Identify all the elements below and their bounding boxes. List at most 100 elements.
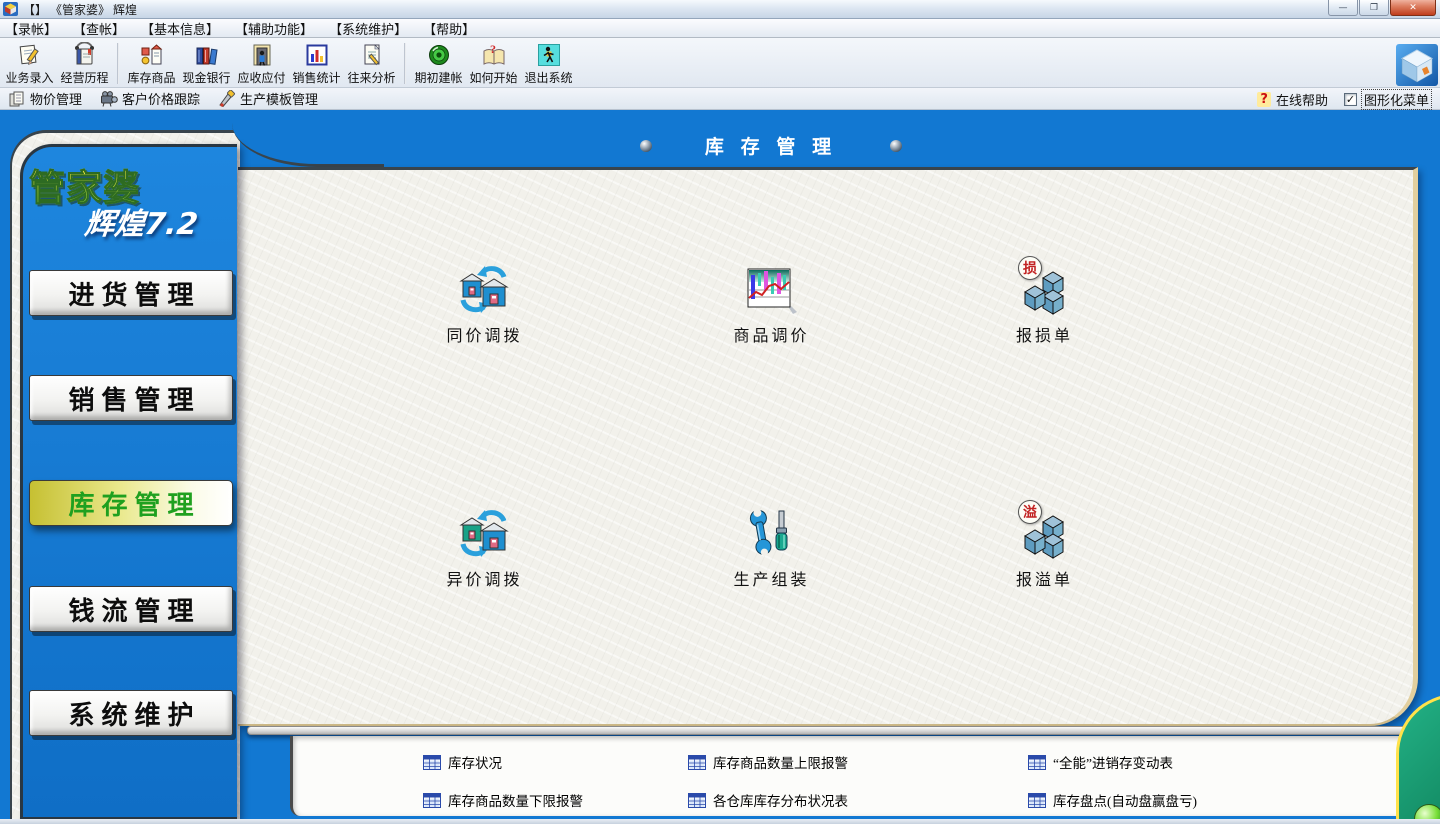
sidebar-item-purchase[interactable]: 进货管理	[29, 270, 233, 316]
feature-loss-report[interactable]: 损 报损单	[968, 262, 1118, 348]
initial-setup-icon	[426, 42, 452, 68]
toolbar-label: 库存商品	[127, 69, 175, 86]
overflow-badge: 溢	[1018, 500, 1042, 524]
feature-label: 生产组装	[730, 566, 809, 590]
report-allround-change-table[interactable]: “全能”进销存变动表	[1028, 752, 1173, 772]
graphic-menu-label[interactable]: 图形化菜单	[1361, 89, 1432, 110]
receivable-payable-icon	[249, 42, 275, 68]
sidebar-item-inventory[interactable]: 库存管理	[29, 480, 233, 526]
toolbar-separator	[404, 43, 406, 84]
content-panel: 同价调拨	[238, 167, 1418, 726]
toolbar-label: 经营历程	[60, 69, 108, 86]
title-bar: 【】 《管家婆》 辉煌 — ❐ ✕	[0, 0, 1440, 19]
brand-cube-logo	[1396, 44, 1438, 86]
minimize-button[interactable]: —	[1328, 0, 1358, 16]
table-icon	[423, 793, 441, 808]
toolbar-label: 期初建帐	[414, 69, 462, 86]
feature-production-assembly[interactable]: 生产组装	[695, 506, 845, 592]
same-price-transfer-icon	[456, 262, 510, 316]
menu-record[interactable]: 【录帐】	[5, 19, 57, 38]
cash-bank-icon	[194, 42, 220, 68]
loss-badge: 损	[1018, 256, 1042, 280]
toolbar-initial-setup[interactable]: 期初建帐	[411, 40, 466, 87]
how-to-start-icon: ?	[481, 42, 507, 68]
window-title: 【】 《管家婆》 辉煌	[23, 1, 137, 18]
toolbar-contacts-analysis[interactable]: 往来分析	[344, 40, 399, 87]
contacts-analysis-icon	[359, 42, 385, 68]
business-history-icon	[72, 42, 98, 68]
table-icon	[423, 755, 441, 770]
report-lower-limit-alert[interactable]: 库存商品数量下限报警	[423, 790, 583, 810]
toolbar-inventory-goods[interactable]: 库存商品	[124, 40, 179, 87]
divider-bar	[247, 726, 1440, 735]
sphere-icon	[640, 140, 652, 152]
svg-text:?: ?	[490, 42, 496, 56]
menu-bar: 【录帐】 【查帐】 【基本信息】 【辅助功能】 【系统维护】 【帮助】	[0, 19, 1440, 38]
toolbar-label: 应收应付	[237, 69, 285, 86]
sidebar-item-system[interactable]: 系统维护	[29, 690, 233, 736]
window-frame-bottom	[0, 819, 1440, 824]
diff-price-transfer-icon	[456, 506, 510, 560]
price-management-button[interactable]: 物价管理	[8, 89, 82, 108]
table-icon	[1028, 793, 1046, 808]
production-template-label: 生产模板管理	[240, 89, 318, 108]
loss-report-icon: 损	[1016, 262, 1070, 316]
sidebar: 管家婆 辉煌7.2 进货管理 销售管理 库存管理 钱流管理 系统维护	[20, 144, 237, 820]
production-assembly-icon	[743, 506, 797, 560]
restore-button[interactable]: ❐	[1359, 0, 1389, 16]
toolbar-exit-system[interactable]: 退出系统	[521, 40, 576, 87]
table-icon	[688, 755, 706, 770]
sales-stats-icon	[304, 42, 330, 68]
production-template-icon	[218, 90, 236, 108]
main-area: 库 存 管 理	[0, 110, 1440, 824]
exit-system-icon	[536, 42, 562, 68]
customer-price-tracking-button[interactable]: 客户价格跟踪	[100, 89, 200, 108]
table-icon	[1028, 755, 1046, 770]
production-template-button[interactable]: 生产模板管理	[218, 89, 318, 108]
menu-basic-info[interactable]: 【基本信息】	[141, 19, 219, 38]
close-button[interactable]: ✕	[1390, 0, 1436, 16]
menu-sys-maint[interactable]: 【系统维护】	[329, 19, 407, 38]
brand-version-text: 辉煌7.2	[83, 199, 201, 243]
report-inventory-status[interactable]: 库存状况	[423, 752, 502, 772]
help-question-icon[interactable]: ?	[1257, 92, 1271, 107]
feature-label: 报损单	[1013, 322, 1073, 346]
toolbar-receivable-payable[interactable]: 应收应付	[234, 40, 289, 87]
report-warehouse-distribution[interactable]: 各仓库库存分布状况表	[688, 790, 848, 810]
table-icon	[688, 793, 706, 808]
toolbar-label: 如何开始	[469, 69, 517, 86]
graphic-menu-checkbox[interactable]: ✓	[1344, 93, 1357, 106]
toolbar-sales-stats[interactable]: 销售统计	[289, 40, 344, 87]
feature-overflow-report[interactable]: 溢 报溢单	[968, 506, 1118, 592]
application-window: 【】 《管家婆》 辉煌 — ❐ ✕ 【录帐】 【查帐】 【基本信息】 【辅助功能…	[0, 0, 1440, 824]
feature-label: 报溢单	[1013, 566, 1073, 590]
toolbar-label: 销售统计	[292, 69, 340, 86]
toolbar-label: 退出系统	[524, 69, 572, 86]
window-controls: — ❐ ✕	[1327, 0, 1436, 16]
toolbar-business-entry[interactable]: 业务录入	[2, 40, 57, 87]
menu-query[interactable]: 【查帐】	[73, 19, 125, 38]
report-stocktake[interactable]: 库存盘点(自动盘赢盘亏)	[1028, 790, 1197, 810]
toolbar-business-history[interactable]: 经营历程	[57, 40, 112, 87]
menu-help[interactable]: 【帮助】	[423, 19, 475, 38]
feature-diff-price-transfer[interactable]: 异价调拨	[408, 506, 558, 592]
price-management-label: 物价管理	[30, 89, 82, 108]
sidebar-item-sales[interactable]: 销售管理	[29, 375, 233, 421]
feature-goods-reprice[interactable]: 商品调价	[695, 262, 845, 348]
feature-label: 异价调拨	[443, 566, 522, 590]
section-title: 库 存 管 理	[705, 132, 837, 159]
section-header: 库 存 管 理	[640, 132, 902, 159]
report-upper-limit-alert[interactable]: 库存商品数量上限报警	[688, 752, 848, 772]
app-cube-icon	[3, 2, 18, 16]
sphere-icon	[890, 140, 902, 152]
feature-label: 商品调价	[730, 322, 809, 346]
toolbar-how-to-start[interactable]: ? 如何开始	[466, 40, 521, 87]
toolbar-cash-bank[interactable]: 现金银行	[179, 40, 234, 87]
customer-price-tracking-icon	[100, 90, 118, 108]
customer-price-tracking-label: 客户价格跟踪	[122, 89, 200, 108]
sidebar-item-cashflow[interactable]: 钱流管理	[29, 586, 233, 632]
header-curve	[232, 110, 384, 167]
feature-same-price-transfer[interactable]: 同价调拨	[408, 262, 558, 348]
online-help-link[interactable]: 在线帮助	[1276, 90, 1328, 109]
menu-aux-func[interactable]: 【辅助功能】	[235, 19, 313, 38]
